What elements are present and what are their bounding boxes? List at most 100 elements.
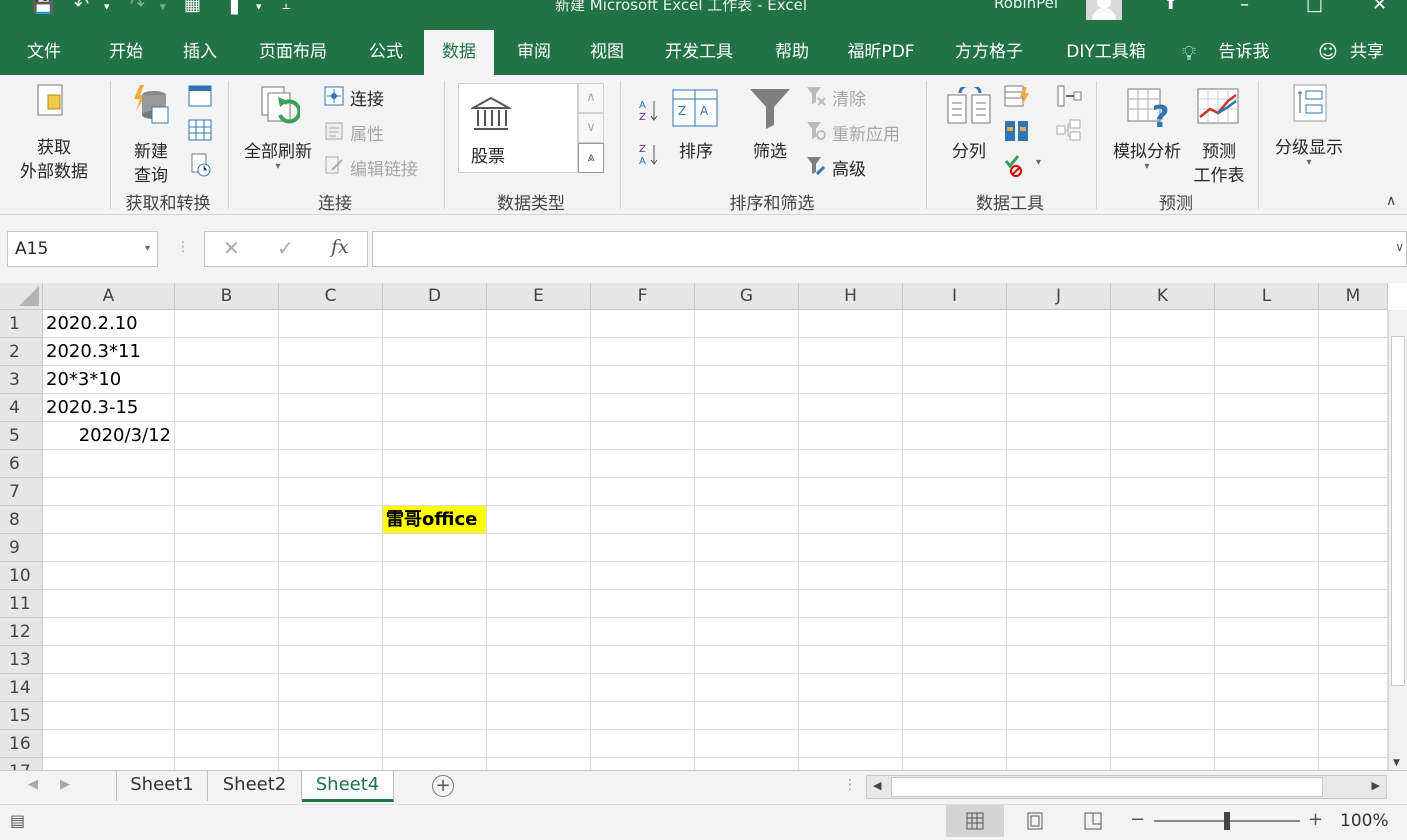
normal-view-button[interactable]: [946, 805, 1004, 837]
new-query-button[interactable]: 新建 查询: [118, 79, 184, 186]
enter-icon[interactable]: ✓: [277, 236, 294, 260]
row-header-13[interactable]: 13: [0, 646, 43, 674]
edit-links-button[interactable]: 编辑链接: [324, 155, 434, 180]
vertical-scrollbar[interactable]: ▼: [1388, 310, 1407, 770]
show-queries-icon[interactable]: [188, 85, 212, 107]
zoom-out-button[interactable]: −: [1130, 809, 1145, 830]
sort-button[interactable]: Z A 排序: [668, 79, 724, 183]
tab-file[interactable]: 文件: [12, 30, 76, 75]
avatar[interactable]: [1086, 0, 1122, 20]
remove-duplicates-icon[interactable]: [1004, 119, 1030, 143]
row-header-2[interactable]: 2: [0, 338, 43, 366]
expand-formula-icon[interactable]: ∨: [1395, 240, 1404, 254]
name-box[interactable]: A15 ▾: [7, 231, 158, 267]
cancel-icon[interactable]: ✕: [223, 236, 240, 260]
zoom-level[interactable]: 100%: [1340, 811, 1389, 831]
row-header-9[interactable]: 9: [0, 534, 43, 562]
undo-icon[interactable]: ↶: [74, 0, 89, 15]
tab-fangfang[interactable]: 方方格子: [940, 30, 1038, 75]
data-validation-dropdown-icon[interactable]: ▾: [1036, 157, 1041, 168]
column-header-f[interactable]: F: [591, 283, 695, 310]
cell-A1[interactable]: 2020.2.10: [46, 310, 138, 338]
chart-dropdown-icon[interactable]: ▾: [256, 0, 262, 13]
row-header-15[interactable]: 15: [0, 702, 43, 730]
scroll-down-icon[interactable]: ▼: [1393, 758, 1400, 768]
tab-insert[interactable]: 插入: [168, 30, 232, 75]
text-to-columns-button[interactable]: 分列: [940, 79, 998, 183]
column-header-j[interactable]: J: [1007, 283, 1111, 310]
from-table-icon[interactable]: [188, 119, 212, 141]
sort-a-to-z-icon[interactable]: AZ: [638, 97, 660, 123]
redo-dropdown-icon[interactable]: ▾: [160, 0, 166, 13]
customize-qat-icon[interactable]: ⫠: [282, 0, 290, 13]
vertical-scroll-thumb[interactable]: [1391, 336, 1405, 686]
row-header-14[interactable]: 14: [0, 674, 43, 702]
chart-icon[interactable]: ▐: [224, 0, 238, 15]
column-header-e[interactable]: E: [487, 283, 591, 310]
undo-dropdown-icon[interactable]: ▾: [104, 0, 110, 13]
column-header-a[interactable]: A: [43, 283, 175, 310]
share-icon[interactable]: ☺: [1318, 41, 1338, 63]
refresh-all-button[interactable]: 全部刷新 ▾: [236, 79, 320, 183]
share-button[interactable]: 共享: [1342, 30, 1392, 75]
worksheet-grid[interactable]: ABCDEFGHIJKLM 1234567891011121314151617 …: [0, 283, 1407, 770]
cell-A3[interactable]: 20*3*10: [46, 366, 121, 394]
maximize-icon[interactable]: □: [1306, 0, 1323, 15]
relationships-icon[interactable]: [1056, 119, 1082, 141]
lightbulb-icon[interactable]: 💡︎: [1182, 41, 1196, 65]
reapply-button[interactable]: 重新应用: [806, 120, 916, 145]
column-header-i[interactable]: I: [903, 283, 1007, 310]
what-if-dropdown-icon[interactable]: ▾: [1104, 161, 1190, 172]
cell-D8[interactable]: 雷哥office: [383, 506, 486, 533]
tab-formulas[interactable]: 公式: [354, 30, 418, 75]
tab-developer[interactable]: 开发工具: [650, 30, 748, 75]
column-header-g[interactable]: G: [695, 283, 799, 310]
data-type-gallery-more[interactable]: ⩓: [578, 143, 604, 173]
tab-page-layout[interactable]: 页面布局: [244, 30, 342, 75]
horizontal-scroll-thumb[interactable]: [891, 777, 1323, 797]
close-icon[interactable]: ✕: [1372, 0, 1387, 15]
cell-A2[interactable]: 2020.3*11: [46, 338, 141, 366]
new-sheet-icon[interactable]: +: [432, 775, 454, 797]
what-if-analysis-button[interactable]: ? 模拟分析 ▾: [1104, 79, 1190, 183]
column-header-h[interactable]: H: [799, 283, 903, 310]
cell-A5[interactable]: 2020/3/12: [43, 422, 171, 450]
outline-button[interactable]: 分级显示 ▾: [1266, 79, 1352, 183]
row-header-17[interactable]: 17: [0, 758, 43, 770]
row-header-10[interactable]: 10: [0, 562, 43, 590]
next-sheet-icon[interactable]: ▶: [60, 777, 70, 792]
column-header-l[interactable]: L: [1215, 283, 1319, 310]
refresh-dropdown-icon[interactable]: ▾: [236, 161, 320, 172]
scroll-right-icon[interactable]: ▶: [1372, 779, 1380, 792]
get-external-data-button[interactable]: 获取 外部数据: [4, 79, 104, 183]
outline-dropdown-icon[interactable]: ▾: [1266, 157, 1352, 168]
row-header-16[interactable]: 16: [0, 730, 43, 758]
save-icon[interactable]: 💾: [32, 0, 54, 15]
zoom-slider-handle[interactable]: [1224, 812, 1230, 830]
minimize-icon[interactable]: –: [1240, 0, 1249, 15]
cell-A4[interactable]: 2020.3-15: [46, 394, 138, 422]
prev-sheet-icon[interactable]: ◀: [28, 777, 38, 792]
insert-function-icon[interactable]: fx: [331, 236, 349, 258]
sheet-tab-sheet4[interactable]: Sheet4: [302, 771, 394, 802]
name-box-dropdown-icon[interactable]: ▾: [145, 232, 150, 266]
consolidate-icon[interactable]: [1056, 85, 1082, 107]
column-header-b[interactable]: B: [175, 283, 279, 310]
clear-button[interactable]: 清除: [806, 85, 896, 110]
column-header-d[interactable]: D: [383, 283, 487, 310]
horizontal-scrollbar[interactable]: ◀ ▶: [866, 775, 1387, 799]
redo-icon[interactable]: ↷: [130, 0, 145, 15]
column-header-m[interactable]: M: [1319, 283, 1388, 310]
tab-data[interactable]: 数据: [424, 30, 494, 75]
page-break-preview-icon[interactable]: [1084, 812, 1102, 830]
forecast-sheet-button[interactable]: 预测 工作表: [1188, 79, 1250, 186]
user-name[interactable]: RobinPei: [994, 0, 1058, 12]
tell-me[interactable]: 告诉我: [1212, 30, 1276, 75]
column-header-k[interactable]: K: [1111, 283, 1215, 310]
ribbon-display-icon[interactable]: ⬆: [1164, 0, 1177, 13]
tab-diy-toolbox[interactable]: DIY工具箱: [1050, 30, 1162, 75]
row-header-7[interactable]: 7: [0, 478, 43, 506]
sheet-tab-sheet2[interactable]: Sheet2: [208, 771, 302, 801]
row-header-3[interactable]: 3: [0, 366, 43, 394]
row-header-11[interactable]: 11: [0, 590, 43, 618]
